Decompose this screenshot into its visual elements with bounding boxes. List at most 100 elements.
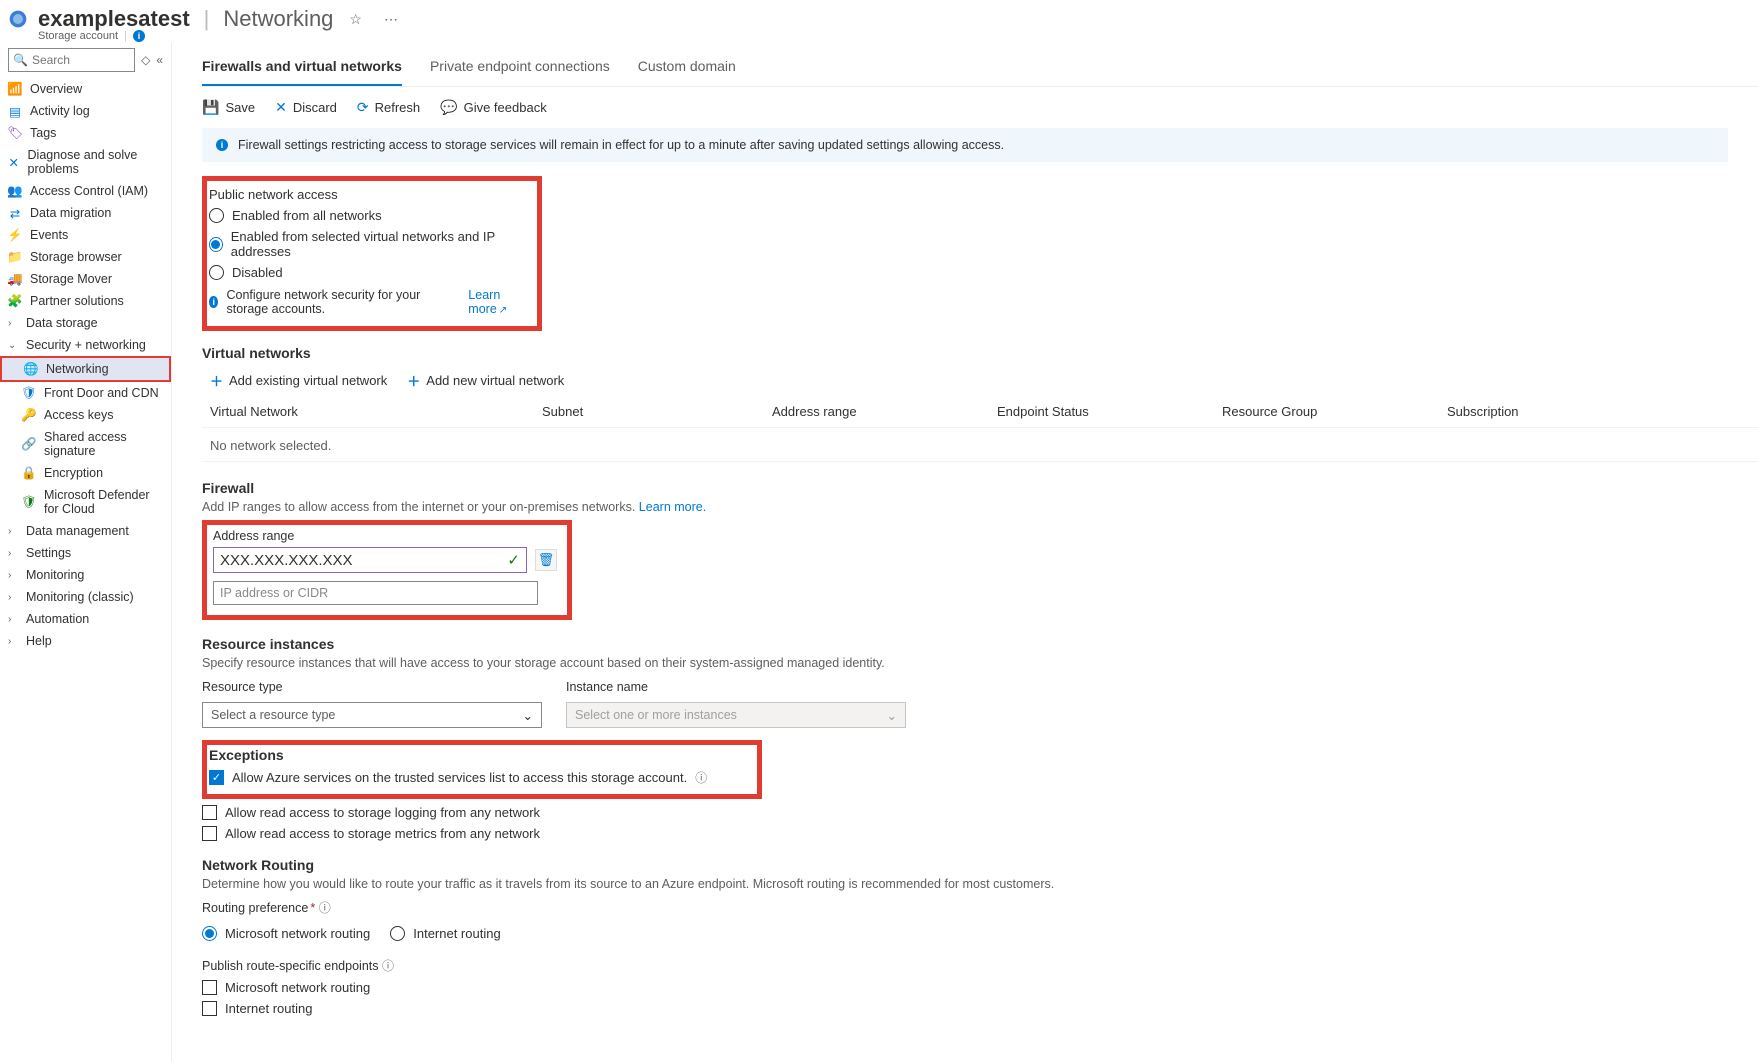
radio-icon — [209, 208, 224, 223]
sidebar-item-data-migration[interactable]: ⇄Data migration — [0, 202, 171, 224]
sidebar: 🔍 ◇ « 📶Overview ▤Activity log 🏷Tags ✕Dia… — [0, 42, 172, 1062]
pna-option-all-networks[interactable]: Enabled from all networks — [209, 208, 527, 223]
exceptions-section: Exceptions ✓ Allow Azure services on the… — [202, 740, 762, 799]
sidebar-item-storage-browser[interactable]: 📁Storage browser — [0, 246, 171, 268]
chevron-down-icon: ⌄ — [887, 708, 897, 723]
sidebar-group-monitoring[interactable]: ›Monitoring — [0, 564, 171, 586]
radio-selected-icon — [209, 237, 223, 252]
pna-learn-more-link[interactable]: Learn more↗ — [468, 288, 527, 316]
sidebar-item-activity-log[interactable]: ▤Activity log — [0, 100, 171, 122]
routing-microsoft[interactable]: Microsoft network routing — [202, 926, 370, 941]
sidebar-group-security-networking[interactable]: ⌄Security + networking — [0, 334, 171, 356]
resource-instances-title: Resource instances — [202, 636, 1758, 652]
address-range-label: Address range — [213, 529, 557, 543]
sidebar-group-automation[interactable]: ›Automation — [0, 608, 171, 630]
expand-icon[interactable]: ◇ — [141, 53, 150, 67]
info-icon[interactable]: ⓘ — [319, 901, 331, 915]
trash-icon: 🗑 — [538, 552, 555, 568]
sidebar-item-access-keys[interactable]: 🔑Access keys — [0, 404, 171, 426]
discard-button[interactable]: ✕Discard — [275, 99, 337, 116]
chevron-down-icon: ⌄ — [8, 340, 18, 351]
sidebar-item-events[interactable]: ⚡Events — [0, 224, 171, 246]
favorite-star-icon[interactable]: ☆ — [343, 11, 368, 28]
info-icon: i — [216, 139, 228, 151]
info-banner-text: Firewall settings restricting access to … — [238, 138, 1004, 152]
firewall-desc: Add IP ranges to allow access from the i… — [202, 500, 635, 514]
chevron-right-icon: › — [8, 318, 18, 329]
info-icon[interactable]: ⓘ — [382, 959, 394, 973]
exception-read-logging[interactable]: Allow read access to storage logging fro… — [202, 805, 1758, 820]
chevron-down-icon: ⌄ — [523, 708, 533, 723]
sidebar-search[interactable]: 🔍 — [8, 48, 135, 72]
col-endpoint-status: Endpoint Status — [997, 404, 1222, 419]
chevron-right-icon: › — [8, 548, 18, 559]
tab-private-endpoints[interactable]: Private endpoint connections — [430, 52, 610, 86]
delete-address-button[interactable]: 🗑 — [535, 549, 557, 571]
more-actions-icon[interactable]: ⋯ — [378, 11, 404, 28]
info-icon: i — [209, 296, 218, 308]
collapse-icon[interactable]: « — [156, 53, 163, 67]
sidebar-group-data-management[interactable]: ›Data management — [0, 520, 171, 542]
sidebar-group-monitoring-classic[interactable]: ›Monitoring (classic) — [0, 586, 171, 608]
resource-type-dropdown[interactable]: Select a resource type ⌄ — [202, 702, 542, 728]
add-new-vnet-button[interactable]: ＋Add new virtual network — [407, 371, 564, 390]
sas-icon: 🔗 — [22, 437, 36, 451]
sidebar-group-settings[interactable]: ›Settings — [0, 542, 171, 564]
sidebar-group-data-storage[interactable]: ›Data storage — [0, 312, 171, 334]
feedback-button[interactable]: 💬Give feedback — [440, 99, 547, 116]
sidebar-item-storage-mover[interactable]: 🚚Storage Mover — [0, 268, 171, 290]
checkbox-icon — [202, 980, 217, 995]
routing-internet[interactable]: Internet routing — [390, 926, 500, 941]
exception-trusted-services[interactable]: ✓ Allow Azure services on the trusted se… — [209, 769, 707, 786]
sidebar-item-overview[interactable]: 📶Overview — [0, 78, 171, 100]
iam-icon: 👥 — [8, 184, 22, 198]
encryption-icon: 🔒 — [22, 466, 36, 480]
tab-firewalls[interactable]: Firewalls and virtual networks — [202, 52, 402, 86]
sidebar-group-help[interactable]: ›Help — [0, 630, 171, 652]
diagnose-icon: ✕ — [8, 155, 20, 169]
sidebar-item-networking[interactable]: 🌐Networking — [0, 356, 171, 382]
search-icon: 🔍 — [13, 53, 28, 67]
publish-internet-routing[interactable]: Internet routing — [202, 1001, 1758, 1016]
search-input[interactable] — [32, 53, 130, 67]
address-range-input[interactable]: XXX.XXX.XXX.XXX ✓ — [213, 547, 527, 573]
vnet-table-header: Virtual Network Subnet Address range End… — [202, 396, 1758, 427]
radio-icon — [390, 926, 405, 941]
network-routing-desc: Determine how you would like to route yo… — [202, 877, 1758, 891]
info-icon[interactable]: ⓘ — [695, 769, 707, 786]
sidebar-item-defender[interactable]: 🛡Microsoft Defender for Cloud — [0, 484, 171, 520]
chevron-right-icon: › — [8, 592, 18, 603]
sidebar-item-tags[interactable]: 🏷Tags — [0, 122, 171, 144]
sidebar-item-shared-access-signature[interactable]: 🔗Shared access signature — [0, 426, 171, 462]
page-header: examplesatest | Networking ☆ ⋯ — [0, 0, 1758, 34]
sidebar-item-encryption[interactable]: 🔒Encryption — [0, 462, 171, 484]
sidebar-item-diagnose[interactable]: ✕Diagnose and solve problems — [0, 144, 171, 180]
publish-microsoft-routing[interactable]: Microsoft network routing — [202, 980, 1758, 995]
firewall-learn-more-link[interactable]: Learn more. — [639, 500, 706, 514]
networking-icon: 🌐 — [24, 362, 38, 376]
network-routing-title: Network Routing — [202, 857, 1758, 873]
cdn-icon: 🛡 — [22, 386, 36, 400]
defender-icon: 🛡 — [22, 495, 36, 509]
checkbox-checked-icon: ✓ — [209, 770, 224, 785]
sidebar-item-access-control[interactable]: 👥Access Control (IAM) — [0, 180, 171, 202]
tags-icon: 🏷 — [8, 126, 22, 140]
add-existing-vnet-button[interactable]: ＋Add existing virtual network — [210, 371, 387, 390]
sidebar-item-partner-solutions[interactable]: 🧩Partner solutions — [0, 290, 171, 312]
refresh-button[interactable]: ⟳Refresh — [357, 99, 420, 116]
address-range-placeholder-input[interactable]: IP address or CIDR — [213, 581, 538, 605]
pna-option-disabled[interactable]: Disabled — [209, 265, 527, 280]
sidebar-item-front-door-cdn[interactable]: 🛡Front Door and CDN — [0, 382, 171, 404]
tabs: Firewalls and virtual networks Private e… — [202, 52, 1758, 87]
firewall-title: Firewall — [202, 480, 1758, 496]
info-icon[interactable]: i — [133, 30, 145, 42]
checkbox-icon — [202, 1001, 217, 1016]
chevron-right-icon: › — [8, 526, 18, 537]
storage-account-icon — [8, 9, 28, 29]
exception-read-metrics[interactable]: Allow read access to storage metrics fro… — [202, 826, 1758, 841]
activity-log-icon: ▤ — [8, 104, 22, 118]
tab-custom-domain[interactable]: Custom domain — [638, 52, 736, 86]
pna-option-selected-networks[interactable]: Enabled from selected virtual networks a… — [209, 229, 527, 259]
partner-icon: 🧩 — [8, 294, 22, 308]
save-button[interactable]: 💾Save — [202, 99, 255, 116]
